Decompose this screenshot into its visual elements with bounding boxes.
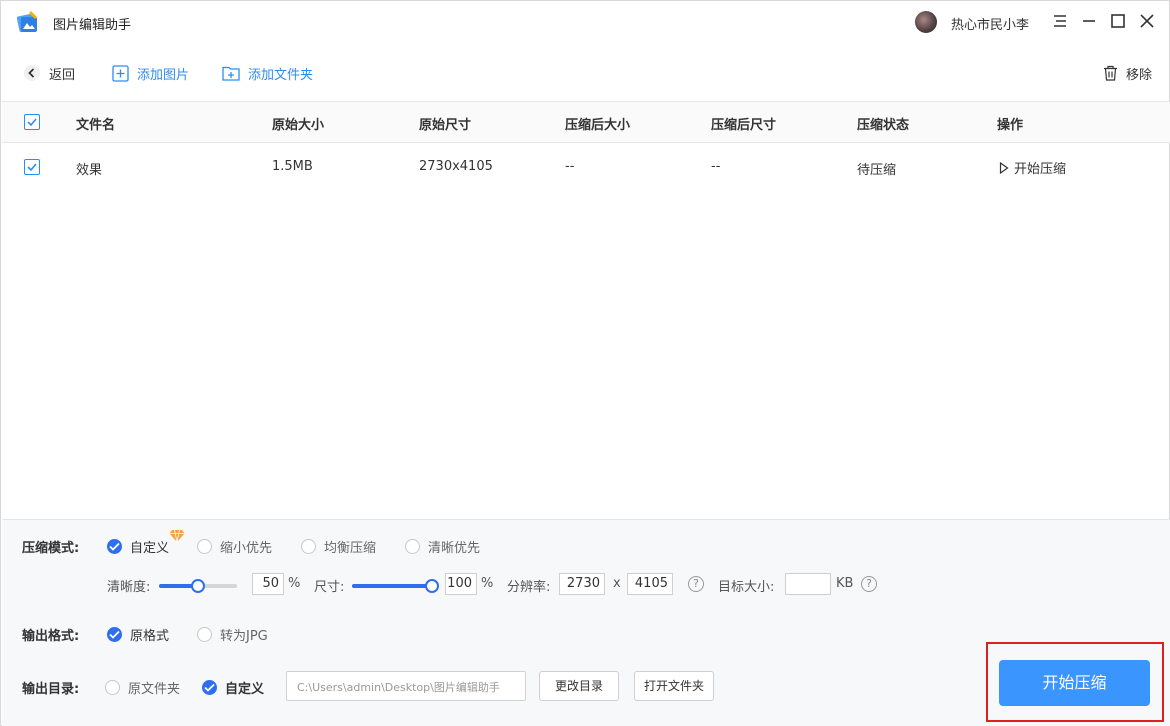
cell-filename: 效果 <box>76 163 103 178</box>
resolution-label: 分辨率: <box>507 580 551 595</box>
clarity-value-input[interactable]: 50 <box>252 573 284 595</box>
format-option-original[interactable]: 原格式 <box>107 625 169 644</box>
remove-button[interactable]: 移除 <box>1103 53 1152 93</box>
radio-checked-icon <box>107 539 122 554</box>
resolution-width-input[interactable]: 2730 <box>559 573 605 595</box>
user-name[interactable]: 热心市民小李 <box>951 14 1029 33</box>
col-compressed-size: 压缩后大小 <box>565 118 631 133</box>
mode-label: 压缩模式: <box>22 541 80 556</box>
size-slider[interactable] <box>352 579 439 593</box>
cell-compressed-dimensions: -- <box>711 159 721 174</box>
change-dir-button[interactable]: 更改目录 <box>539 671 619 701</box>
user-avatar[interactable] <box>915 11 937 33</box>
radio-unchecked-icon <box>105 680 120 695</box>
size-label: 尺寸: <box>314 580 345 595</box>
mode-option-clarity-first[interactable]: 清晰优先 <box>405 537 480 556</box>
col-action: 操作 <box>997 118 1024 133</box>
select-all-checkbox[interactable] <box>24 114 40 130</box>
add-folder-icon <box>222 66 240 81</box>
mode-option-custom[interactable]: 自定义 <box>107 537 169 556</box>
radio-unchecked-icon <box>405 539 420 554</box>
table-header: 文件名 原始大小 原始尺寸 压缩后大小 压缩后尺寸 压缩状态 操作 <box>2 102 1170 143</box>
add-folder-button[interactable]: 添加文件夹 <box>222 53 313 93</box>
trash-icon <box>1104 65 1117 81</box>
title-bar: 图片编辑助手 热心市民小李 <box>1 1 1169 43</box>
file-table: 文件名 原始大小 原始尺寸 压缩后大小 压缩后尺寸 压缩状态 操作 效果 1.5… <box>2 101 1170 519</box>
mode-balanced-label: 均衡压缩 <box>324 541 377 556</box>
radio-checked-icon <box>107 627 122 642</box>
cell-status: 待压缩 <box>857 163 897 178</box>
target-size-input[interactable] <box>785 573 831 595</box>
cell-compressed-size: -- <box>565 159 575 174</box>
format-label: 输出格式: <box>22 629 80 644</box>
cell-original-dimensions: 2730x4105 <box>419 159 493 174</box>
resolution-x: x <box>613 576 621 591</box>
chevron-left-icon <box>24 65 40 81</box>
remove-label: 移除 <box>1126 67 1153 83</box>
radio-unchecked-icon <box>197 539 212 554</box>
add-image-button[interactable]: 添加图片 <box>112 53 189 93</box>
format-option-jpg[interactable]: 转为JPG <box>197 625 268 644</box>
col-filename: 文件名 <box>76 118 116 133</box>
cell-original-size: 1.5MB <box>272 159 313 174</box>
open-folder-button[interactable]: 打开文件夹 <box>634 671 714 701</box>
mode-size-first-label: 缩小优先 <box>220 541 273 556</box>
target-size-label: 目标大小: <box>718 580 775 595</box>
col-original-dimensions: 原始尺寸 <box>419 118 472 133</box>
toolbar: 返回 添加图片 添加文件夹 移除 <box>1 53 1169 93</box>
clarity-slider[interactable] <box>159 579 237 593</box>
col-original-size: 原始大小 <box>272 118 325 133</box>
radio-checked-icon <box>202 680 217 695</box>
size-slider-fill <box>352 584 432 588</box>
add-image-icon <box>112 64 129 82</box>
vip-diamond-icon <box>169 529 185 543</box>
row-start-label: 开始压缩 <box>1014 162 1067 177</box>
add-folder-label: 添加文件夹 <box>248 67 314 83</box>
col-status: 压缩状态 <box>857 118 910 133</box>
mode-clarity-first-label: 清晰优先 <box>428 541 481 556</box>
maximize-icon[interactable] <box>1107 10 1129 32</box>
app-logo-icon <box>15 9 41 35</box>
app-window: 图片编辑助手 热心市民小李 返回 添加图片 添加文件夹 移除 文件名 原始大小 … <box>0 0 1170 726</box>
add-image-label: 添加图片 <box>137 67 190 83</box>
clarity-slider-handle[interactable] <box>191 579 205 593</box>
clarity-label: 清晰度: <box>107 580 151 595</box>
dir-custom-label: 自定义 <box>225 682 265 697</box>
app-title: 图片编辑助手 <box>53 18 132 33</box>
size-slider-handle[interactable] <box>425 579 439 593</box>
dir-original-label: 原文件夹 <box>128 682 181 697</box>
start-compress-button[interactable]: 开始压缩 <box>999 660 1150 706</box>
mode-option-balanced[interactable]: 均衡压缩 <box>301 537 376 556</box>
row-start-button[interactable]: 开始压缩 <box>999 158 1066 177</box>
resolution-help-icon[interactable]: ? <box>688 576 704 592</box>
dir-option-custom[interactable]: 自定义 <box>202 678 264 697</box>
back-label: 返回 <box>49 67 76 83</box>
format-original-label: 原格式 <box>130 629 170 644</box>
dir-option-original[interactable]: 原文件夹 <box>105 678 180 697</box>
output-dir-label: 输出目录: <box>22 682 80 697</box>
menu-icon[interactable] <box>1049 10 1071 32</box>
close-icon[interactable] <box>1136 10 1158 32</box>
minimize-icon[interactable] <box>1078 10 1100 32</box>
mode-custom-label: 自定义 <box>130 541 170 556</box>
format-jpg-label: 转为JPG <box>220 629 268 644</box>
target-size-help-icon[interactable]: ? <box>861 576 877 592</box>
mode-option-size-first[interactable]: 缩小优先 <box>197 537 272 556</box>
radio-unchecked-icon <box>301 539 316 554</box>
back-button[interactable]: 返回 <box>23 53 75 93</box>
clarity-percent: % <box>288 576 301 591</box>
size-percent: % <box>481 576 494 591</box>
resolution-height-input[interactable]: 4105 <box>627 573 673 595</box>
radio-unchecked-icon <box>197 627 212 642</box>
play-icon <box>999 161 1009 174</box>
output-path-field[interactable]: C:\Users\admin\Desktop\图片编辑助手 <box>286 671 526 701</box>
col-compressed-dimensions: 压缩后尺寸 <box>711 118 777 133</box>
target-size-unit: KB <box>836 576 854 591</box>
table-row[interactable]: 效果 1.5MB 2730x4105 -- -- 待压缩 开始压缩 <box>2 144 1170 190</box>
size-value-input[interactable]: 100 <box>445 573 477 595</box>
row-checkbox[interactable] <box>24 159 40 175</box>
